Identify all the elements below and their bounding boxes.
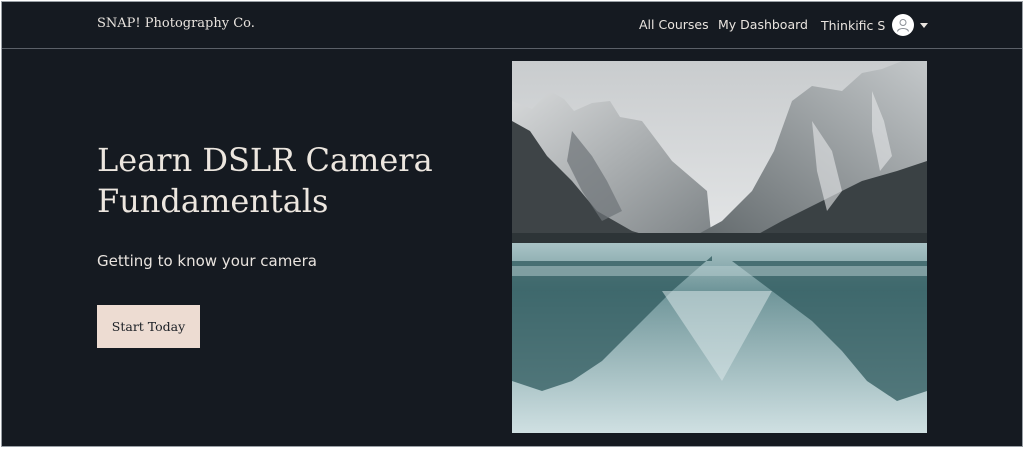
nav-my-dashboard[interactable]: My Dashboard [718, 17, 808, 32]
top-navbar: SNAP! Photography Co. All Courses My Das… [2, 2, 1022, 49]
caret-down-icon [920, 22, 929, 28]
user-name: Thinkific S [821, 17, 886, 33]
nav-all-courses[interactable]: All Courses [639, 17, 709, 32]
hero-mountain-lake-image [512, 61, 927, 433]
brand-logo-link[interactable]: SNAP! Photography Co. [97, 16, 255, 31]
hero-subtitle: Getting to know your camera [97, 252, 317, 270]
page-frame: SNAP! Photography Co. All Courses My Das… [1, 1, 1023, 447]
user-avatar-icon [892, 14, 915, 36]
hero-title: Learn DSLR Camera Fundamentals [97, 141, 433, 220]
user-menu-dropdown[interactable]: Thinkific S [821, 13, 929, 37]
start-today-button[interactable]: Start Today [97, 305, 200, 348]
